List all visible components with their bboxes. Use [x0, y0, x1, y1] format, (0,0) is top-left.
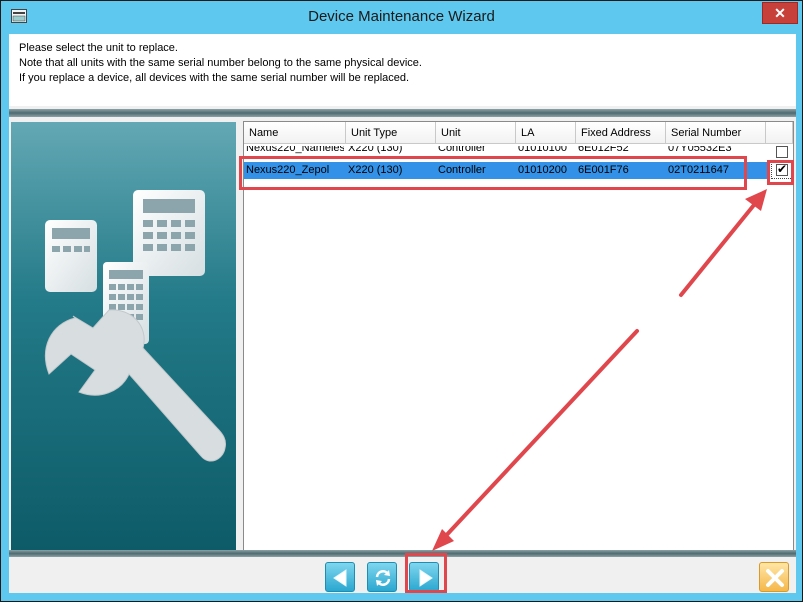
cell-unit: Controller: [438, 146, 486, 154]
column-header-la[interactable]: LA: [516, 122, 576, 144]
table-header: Name Unit Type Unit LA Fixed Address Ser…: [244, 122, 793, 144]
annotation-highlight-checkbox: [767, 160, 794, 185]
footer-separator: [9, 550, 796, 557]
cancel-button[interactable]: [759, 562, 789, 592]
instruction-line: If you replace a device, all devices wit…: [19, 72, 410, 84]
cell-unit-type: X220 (130): [348, 146, 403, 154]
instructions-panel: Please select the unit to replace. Note …: [9, 34, 796, 106]
cell-serial-number: 07Y05532E3: [668, 146, 732, 154]
wizard-footer: [9, 557, 796, 593]
header-separator: [9, 109, 796, 117]
column-header-unit[interactable]: Unit: [436, 122, 516, 144]
window-title: Device Maintenance Wizard: [308, 8, 495, 25]
close-icon: [766, 569, 784, 587]
refresh-button[interactable]: [367, 562, 397, 592]
column-header-unit-type[interactable]: Unit Type: [346, 122, 436, 144]
column-header-select[interactable]: [766, 122, 793, 144]
cell-name: Nexus220_Nameles: [246, 146, 344, 154]
title-bar: Device Maintenance Wizard ✕: [1, 1, 802, 34]
row-checkbox[interactable]: [776, 146, 788, 158]
devices-and-wrench-icon: [44, 190, 226, 462]
column-header-serial-number[interactable]: Serial Number: [666, 122, 766, 144]
refresh-icon: [375, 570, 391, 586]
close-button[interactable]: ✕: [762, 2, 798, 24]
annotation-highlight-next: [405, 553, 447, 593]
cell-fixed-address: 6E012F52: [578, 146, 629, 154]
annotation-highlight-row: [239, 156, 747, 190]
back-button[interactable]: [325, 562, 355, 592]
wizard-window: Device Maintenance Wizard ✕ Please selec…: [0, 0, 803, 602]
column-header-fixed-address[interactable]: Fixed Address: [576, 122, 666, 144]
arrow-left-icon: [333, 569, 347, 587]
wizard-illustration: [11, 122, 236, 550]
column-header-name[interactable]: Name: [244, 122, 346, 144]
cell-la: 01010100: [518, 146, 567, 154]
instruction-line: Please select the unit to replace.: [19, 42, 178, 54]
instruction-line: Note that all units with the same serial…: [19, 57, 422, 69]
wizard-client-area: Please select the unit to replace. Note …: [9, 34, 796, 593]
